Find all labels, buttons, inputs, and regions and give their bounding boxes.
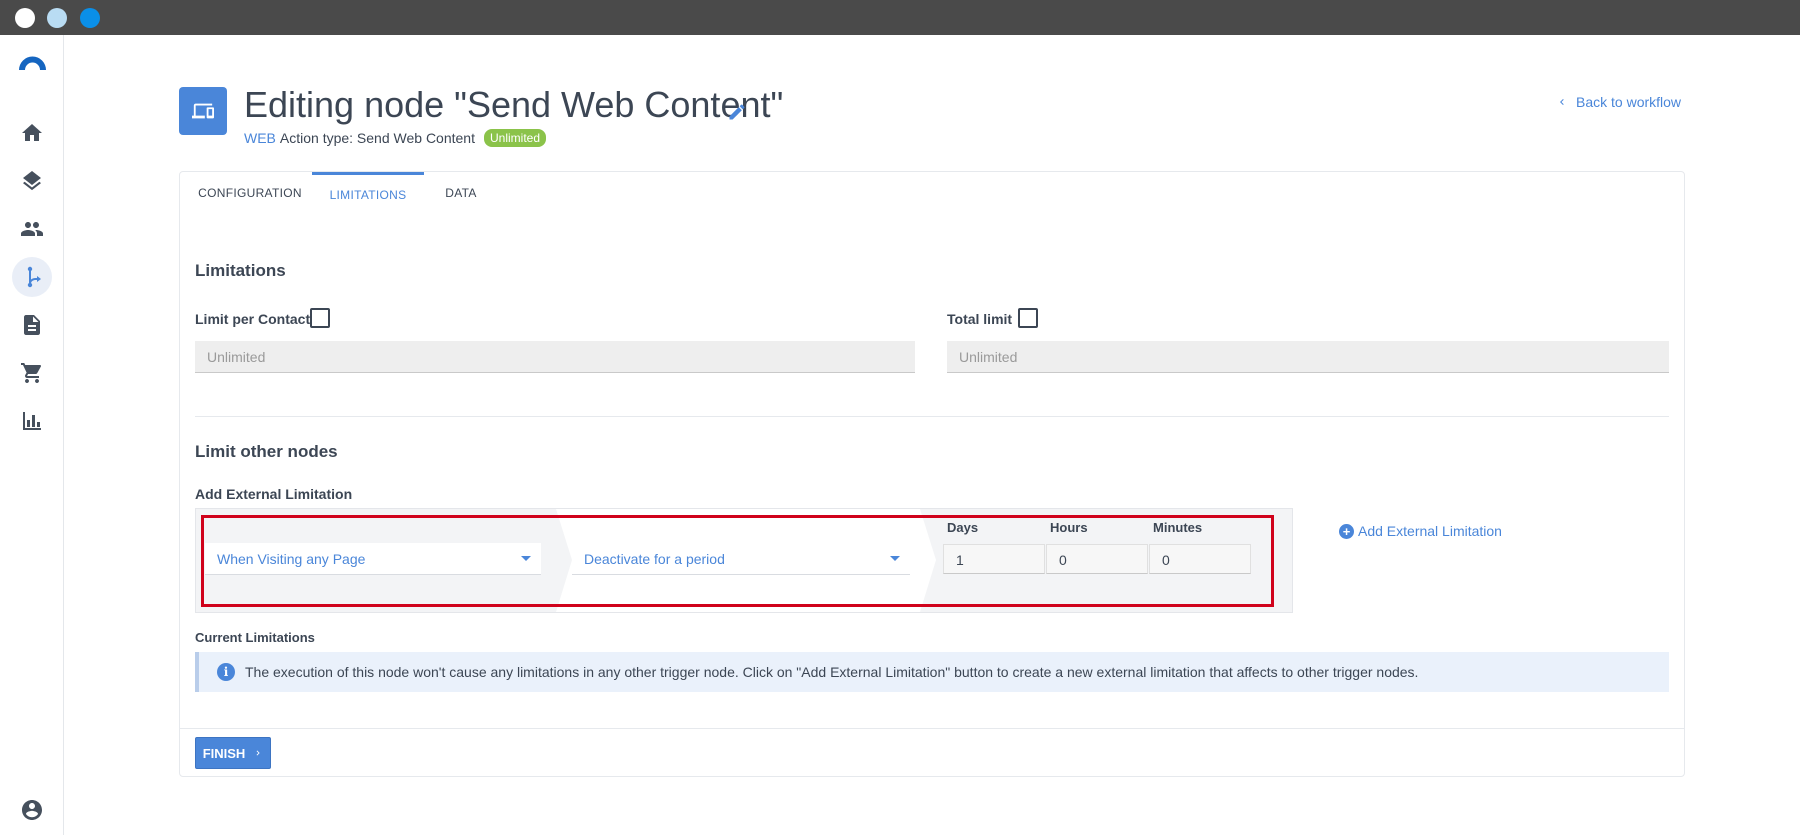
tab-limitations[interactable]: LIMITATIONS	[312, 172, 424, 214]
sidebar-item-analytics[interactable]	[12, 401, 52, 441]
minutes-label: Minutes	[1153, 520, 1203, 535]
external-limitation-row: When Visiting any Page Deactivate for a …	[195, 508, 1293, 613]
limit-other-nodes-title: Limit other nodes	[195, 442, 338, 461]
add-external-limitation-button[interactable]: + Add External Limitation	[1339, 523, 1502, 539]
app-logo-icon	[19, 56, 46, 70]
add-external-limitation-button-label: Add External Limitation	[1358, 523, 1502, 539]
chevron-right-icon	[256, 750, 260, 756]
document-icon	[24, 315, 40, 335]
sidebar-item-account[interactable]	[12, 790, 52, 830]
window-titlebar	[0, 0, 1800, 35]
total-limit-label: Total limit	[947, 311, 1013, 327]
window-close-button[interactable]	[15, 8, 35, 28]
status-badge: Unlimited	[483, 129, 546, 147]
sidebar-item-documents[interactable]	[12, 305, 52, 345]
tab-configuration[interactable]: CONFIGURATION	[195, 172, 305, 214]
back-to-workflow-link[interactable]: Back to workflow	[1556, 94, 1681, 110]
total-limit-checkbox[interactable]	[1018, 308, 1038, 328]
trigger-select[interactable]: When Visiting any Page	[205, 543, 541, 575]
limit-per-contact-label: Limit per Contact	[195, 311, 311, 327]
node-type-icon	[179, 87, 227, 135]
limit-per-contact-input: Unlimited	[195, 341, 915, 373]
chevron-down-icon	[521, 556, 531, 561]
section-divider	[195, 416, 1669, 417]
add-external-limitation-label: Add External Limitation	[195, 486, 353, 502]
chart-icon	[23, 412, 41, 430]
current-limitations-label: Current Limitations	[195, 630, 315, 645]
layers-icon	[23, 171, 41, 191]
finish-button-label: FINISH	[202, 745, 246, 761]
footer-divider	[180, 728, 1684, 729]
account-icon	[22, 800, 42, 820]
editor-card: CONFIGURATION LIMITATIONS DATA Limitatio…	[179, 171, 1685, 777]
days-label: Days	[947, 520, 979, 535]
info-alert: i The execution of this node won't cause…	[195, 652, 1669, 692]
sidebar-item-layers[interactable]	[12, 161, 52, 201]
plus-circle-icon: +	[1339, 523, 1354, 539]
channel-label: WEB	[244, 130, 276, 146]
action-select[interactable]: Deactivate for a period	[572, 543, 910, 575]
window-minimize-button[interactable]	[47, 8, 67, 28]
finish-button[interactable]: FINISH	[195, 737, 271, 769]
days-input[interactable]: 1	[943, 544, 1045, 574]
sidebar-item-workflows[interactable]	[12, 257, 52, 297]
sidebar-item-contacts[interactable]	[12, 209, 52, 249]
limit-per-contact-checkbox[interactable]	[310, 308, 330, 328]
people-icon	[21, 222, 43, 236]
home-icon	[22, 124, 42, 141]
cart-icon	[21, 363, 42, 383]
action-type-label: Action type: Send Web Content	[279, 130, 475, 146]
workflow-icon	[27, 266, 41, 288]
sidebar	[0, 35, 64, 835]
total-limit-input: Unlimited	[947, 341, 1669, 373]
info-icon: i	[217, 663, 235, 681]
info-text: The execution of this node won't cause a…	[245, 664, 1419, 680]
sidebar-item-commerce[interactable]	[12, 353, 52, 393]
chevron-left-icon	[1560, 99, 1564, 105]
sidebar-item-home[interactable]	[12, 113, 52, 153]
hours-input[interactable]: 0	[1046, 544, 1148, 574]
devices-icon	[192, 103, 214, 119]
tab-data[interactable]: DATA	[436, 172, 486, 214]
node-subtitle: WEB Action type: Send Web Content Unlimi…	[244, 129, 546, 147]
edit-icon[interactable]	[727, 102, 747, 122]
back-link-label: Back to workflow	[1576, 94, 1682, 110]
window-maximize-button[interactable]	[80, 8, 100, 28]
page-title: Editing node "Send Web Content"	[244, 84, 784, 125]
chevron-down-icon	[890, 556, 900, 561]
minutes-input[interactable]: 0	[1149, 544, 1251, 574]
trigger-select-value: When Visiting any Page	[217, 551, 366, 567]
limitations-title: Limitations	[195, 261, 286, 280]
action-select-value: Deactivate for a period	[584, 551, 725, 567]
hours-label: Hours	[1050, 520, 1088, 535]
